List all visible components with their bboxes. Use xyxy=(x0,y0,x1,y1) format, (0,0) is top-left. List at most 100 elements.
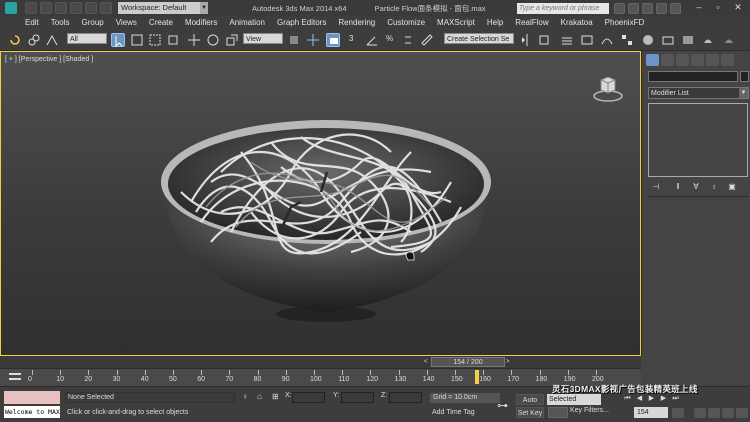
named-selection-set-dropdown[interactable]: Create Selection Se xyxy=(444,33,514,44)
bind-to-space-warp-icon[interactable] xyxy=(45,33,59,47)
set-key-button[interactable]: Set Key xyxy=(516,407,544,418)
open-file-icon[interactable] xyxy=(40,2,52,14)
menu-views[interactable]: Views xyxy=(116,18,137,27)
subscription-icon[interactable] xyxy=(628,3,639,14)
key-selection-dropdown[interactable]: Selected xyxy=(547,394,601,405)
viewcube-icon[interactable] xyxy=(591,74,625,104)
next-key-icon[interactable]: ▶ xyxy=(658,394,669,404)
z-coordinate-field[interactable] xyxy=(389,392,422,403)
menu-maxscript[interactable]: MAXScript xyxy=(437,18,475,27)
set-keys-button[interactable] xyxy=(548,407,568,418)
select-object-icon[interactable] xyxy=(111,33,125,48)
snaps-toggle-icon[interactable]: 3 xyxy=(347,33,361,47)
render-production-icon[interactable] xyxy=(701,33,715,47)
mini-curve-editor-icon[interactable] xyxy=(8,371,22,383)
motion-tab-icon[interactable] xyxy=(691,54,704,66)
maximize-viewport-icon[interactable] xyxy=(736,408,748,418)
communication-center-icon[interactable] xyxy=(642,3,653,14)
undo-icon[interactable] xyxy=(70,2,82,14)
maxscript-listener-output[interactable] xyxy=(4,391,60,404)
help-search-input[interactable]: Type a keyword or phrase xyxy=(517,3,609,14)
align-icon[interactable] xyxy=(537,33,551,47)
zoom-icon[interactable] xyxy=(694,408,706,418)
rectangular-selection-icon[interactable] xyxy=(148,33,162,47)
spinner-snap-icon[interactable] xyxy=(401,33,415,47)
redo-icon[interactable] xyxy=(85,2,97,14)
save-file-icon[interactable] xyxy=(55,2,67,14)
menu-edit[interactable]: Edit xyxy=(25,18,39,27)
current-frame-field[interactable]: 154 xyxy=(634,407,668,418)
maximize-icon[interactable]: ▫ xyxy=(709,1,727,14)
go-to-end-icon[interactable]: ⏭ xyxy=(670,394,681,404)
menu-realflow[interactable]: RealFlow xyxy=(515,18,548,27)
menu-krakatoa[interactable]: Krakatoa xyxy=(561,18,593,27)
schematic-view-icon[interactable] xyxy=(620,33,634,47)
menu-tools[interactable]: Tools xyxy=(51,18,70,27)
menu-rendering[interactable]: Rendering xyxy=(338,18,375,27)
time-slider-thumb[interactable]: 154 / 200 xyxy=(431,357,505,367)
key-filters-button[interactable]: Key Filters... xyxy=(570,407,609,414)
modify-tab-icon[interactable] xyxy=(661,54,674,66)
menu-modifiers[interactable]: Modifiers xyxy=(185,18,217,27)
previous-key-icon[interactable]: ◀ xyxy=(634,394,645,404)
menu-group[interactable]: Group xyxy=(81,18,103,27)
new-file-icon[interactable] xyxy=(25,2,37,14)
chevron-down-icon[interactable]: ▼ xyxy=(739,88,748,98)
app-menu-button[interactable] xyxy=(0,0,22,16)
render-setup-icon[interactable] xyxy=(661,33,675,47)
go-to-start-icon[interactable]: ⏮ xyxy=(622,394,633,404)
menu-animation[interactable]: Animation xyxy=(229,18,265,27)
select-and-scale-icon[interactable] xyxy=(225,33,239,47)
key-icon[interactable]: ⊶ xyxy=(497,399,508,412)
utilities-tab-icon[interactable] xyxy=(721,54,734,66)
create-tab-icon[interactable] xyxy=(646,54,659,66)
play-icon[interactable]: ▶ xyxy=(646,394,657,404)
orbit-icon[interactable] xyxy=(722,408,734,418)
add-time-tag-button[interactable]: Add Time Tag xyxy=(432,409,475,416)
select-and-move-icon[interactable] xyxy=(187,33,201,47)
angle-snap-icon[interactable] xyxy=(365,33,379,47)
maxscript-mini-listener[interactable]: Welcome to MAX! xyxy=(4,406,60,418)
select-and-link-icon[interactable] xyxy=(27,33,41,47)
object-color-swatch[interactable] xyxy=(740,71,749,82)
graphite-tools-icon[interactable] xyxy=(580,33,594,47)
remove-modifier-icon[interactable]: ♁ xyxy=(708,182,720,192)
object-name-field[interactable] xyxy=(648,71,738,82)
window-crossing-icon[interactable] xyxy=(166,33,180,47)
close-icon[interactable]: ✕ xyxy=(729,1,747,14)
render-iterative-icon[interactable] xyxy=(722,33,736,47)
time-configuration-icon[interactable] xyxy=(672,408,684,418)
display-tab-icon[interactable] xyxy=(706,54,719,66)
search-icon[interactable] xyxy=(614,3,625,14)
show-end-result-icon[interactable]: ‖ xyxy=(672,182,684,192)
material-editor-icon[interactable] xyxy=(641,33,655,47)
x-coordinate-field[interactable] xyxy=(292,392,325,403)
track-bar[interactable]: 0 10 20 30 40 50 60 70 80 90 100 110 120 130 140 150 160… xyxy=(0,368,641,386)
keyboard-shortcut-override-icon[interactable] xyxy=(326,33,340,47)
current-frame-marker[interactable] xyxy=(475,370,479,384)
noodle-bowl-model[interactable] xyxy=(151,112,501,332)
edit-named-selection-icon[interactable] xyxy=(420,33,434,47)
hierarchy-tab-icon[interactable] xyxy=(676,54,689,66)
workspace-dropdown[interactable]: Workspace: Default xyxy=(118,2,200,14)
lock-selection-icon[interactable]: ♀ xyxy=(242,392,248,401)
rendered-frame-window-icon[interactable] xyxy=(681,33,695,47)
chevron-down-icon[interactable]: ▼ xyxy=(200,2,208,14)
select-and-rotate-icon[interactable] xyxy=(206,33,220,47)
minimize-icon[interactable]: – xyxy=(690,1,708,14)
use-pivot-center-icon[interactable] xyxy=(287,33,301,47)
select-by-name-icon[interactable] xyxy=(130,33,144,47)
mirror-icon[interactable] xyxy=(520,33,534,47)
menu-phoenixfd[interactable]: PhoenixFD xyxy=(605,18,645,27)
perspective-viewport[interactable]: [ + ] [Perspective ] [Shaded ] xyxy=(0,51,641,356)
reference-coordinate-dropdown[interactable]: View xyxy=(243,33,283,44)
configure-modifier-sets-icon[interactable]: ▣ xyxy=(726,182,738,192)
isolate-selection-icon[interactable]: ⌂ xyxy=(257,392,262,401)
help-icon[interactable] xyxy=(670,3,681,14)
auto-key-button[interactable]: Auto Key xyxy=(516,394,544,415)
menu-graph-editors[interactable]: Graph Editors xyxy=(277,18,326,27)
y-coordinate-field[interactable] xyxy=(341,392,374,403)
pin-stack-icon[interactable]: ⊣ xyxy=(650,182,662,192)
modifier-stack[interactable] xyxy=(648,103,748,177)
curve-editor-icon[interactable] xyxy=(600,33,614,47)
